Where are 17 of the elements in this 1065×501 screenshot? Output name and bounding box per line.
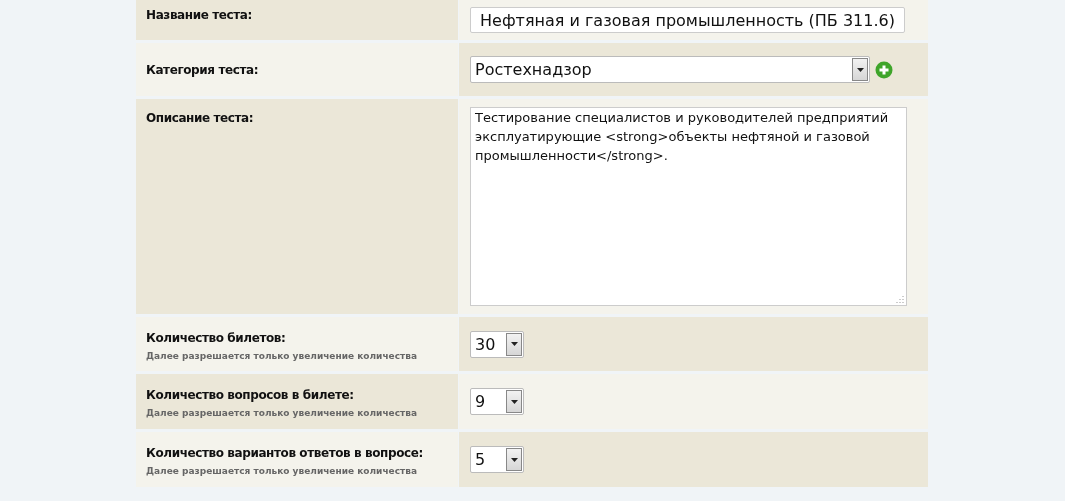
field-label: Описание теста: (146, 111, 255, 125)
field-hint: Далее разрешается только увеличение количества (146, 351, 419, 361)
field-label: Количество билетов: (146, 331, 287, 345)
resize-grip-icon[interactable] (896, 295, 904, 303)
number-select[interactable]: 30 (470, 330, 524, 358)
title-input[interactable]: Нефтяная и газовая промышленность (ПБ 311.6) (470, 7, 905, 33)
field-label: Количество вариантов ответов в вопросе: (146, 446, 424, 460)
field-label: Количество вопросов в билете: (146, 388, 355, 402)
field-label: Категория теста: (146, 62, 260, 77)
category-select[interactable]: Ростехнадзор (470, 56, 870, 83)
number-select[interactable]: 9 (470, 388, 524, 415)
description-textarea[interactable]: Тестирование специалистов и руководителей предприятий эксплуатирующие <strong>объекты нефтяной и газовой промышленности</strong>. (470, 107, 907, 306)
field-hint: Далее разрешается только увеличение количества (146, 466, 419, 476)
number-select[interactable]: 5 (470, 446, 524, 473)
field-label: Название теста: (146, 8, 253, 22)
field-hint: Далее разрешается только увеличение количества (146, 408, 419, 418)
add-icon[interactable] (875, 60, 893, 79)
